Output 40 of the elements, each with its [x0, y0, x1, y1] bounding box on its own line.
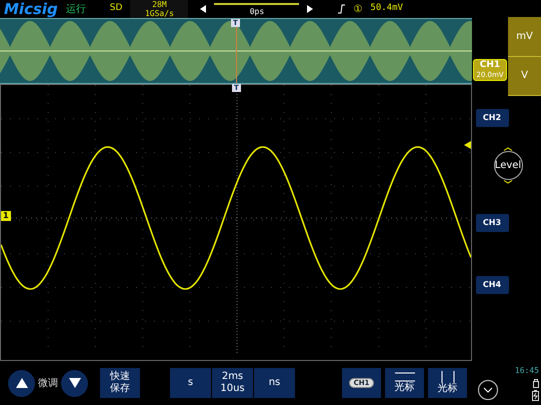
horizontal-cursor-icon	[394, 372, 414, 382]
channel-button[interactable]: CH2	[476, 109, 508, 127]
clock: 16:45	[514, 365, 539, 377]
quick-save-button[interactable]: 快速 保存	[100, 368, 140, 398]
up-button[interactable]	[8, 370, 35, 396]
battery-icon	[532, 390, 539, 401]
rising-edge-icon	[337, 4, 346, 14]
trigger-source: ①	[353, 2, 362, 16]
timebase-button[interactable]: 2ms 10us	[212, 368, 253, 398]
channel-button[interactable]: CH3	[476, 214, 508, 232]
memory-depth: 28M	[130, 0, 188, 9]
sample-rate: 1GSa/s	[130, 9, 188, 18]
chevron-down-icon	[483, 387, 493, 393]
left-arrow-icon[interactable]	[200, 5, 206, 13]
fine-tune-label: 微调	[38, 376, 58, 390]
vertical-cursor-icon	[440, 370, 456, 383]
down-button[interactable]	[61, 370, 88, 396]
unit-button[interactable]: mV	[508, 17, 541, 56]
triangle-up-icon	[16, 378, 28, 388]
usb-icon	[533, 379, 539, 388]
level-knob[interactable]: Level	[494, 151, 522, 180]
channel-marker: 1	[1, 211, 11, 221]
triangle-down-icon	[68, 378, 80, 388]
acquire-mode: SD	[110, 2, 122, 16]
down-chevron-icon	[503, 180, 513, 184]
channel-button[interactable]: CH4	[476, 276, 508, 294]
unit-button[interactable]: V	[508, 56, 541, 96]
channel-label: CH1	[480, 60, 500, 72]
cursor-button[interactable]: 光标	[428, 368, 467, 398]
expand-button[interactable]	[478, 380, 498, 400]
up-chevron-icon	[503, 147, 513, 151]
run-status: 运行	[66, 2, 86, 16]
trigger-level: 50.4mV	[370, 2, 403, 16]
horizontal-position: 0ps	[250, 6, 264, 16]
timebase-button[interactable]: s	[170, 368, 211, 398]
timebase-button[interactable]: ns	[254, 368, 295, 398]
right-arrow-icon[interactable]	[307, 5, 314, 13]
trigger-level-arrow-icon	[464, 141, 471, 149]
cursor-button[interactable]: 光标	[385, 368, 424, 398]
logo: Micsig	[4, 2, 58, 16]
